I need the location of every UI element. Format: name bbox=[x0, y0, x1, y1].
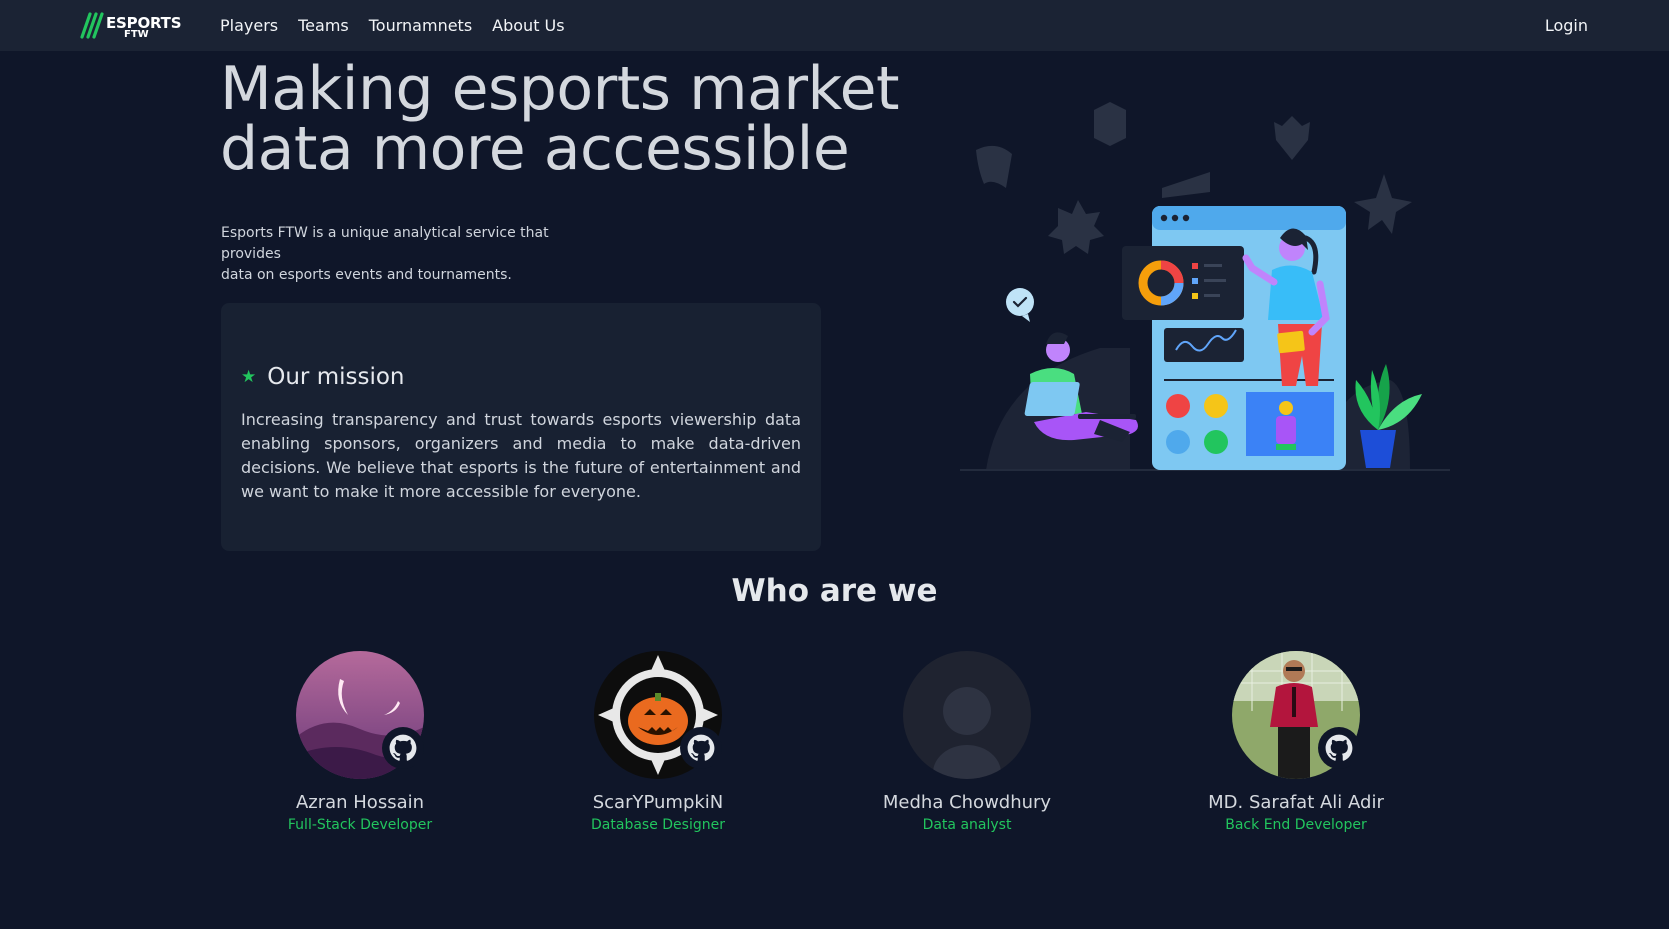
member-name: ScarYPumpkiN bbox=[592, 792, 724, 813]
mission-card: ★ Our mission Increasing transparency an… bbox=[221, 303, 821, 551]
nav-link-teams[interactable]: Teams bbox=[298, 16, 349, 35]
member-avatar-wrap bbox=[594, 651, 722, 779]
member-role: Data analyst bbox=[922, 817, 1012, 833]
g2-logo-icon bbox=[1274, 116, 1310, 160]
hero-title: Making esports market data more accessib… bbox=[220, 59, 920, 179]
github-icon bbox=[687, 734, 715, 761]
navi-logo-icon bbox=[1162, 172, 1210, 198]
member-role: Database Designer bbox=[591, 817, 725, 833]
hero-subtitle-line-1: Esports FTW is a unique analytical servi… bbox=[221, 225, 549, 262]
esports-ftw-logo[interactable]: ESPORTS FTW bbox=[79, 11, 183, 41]
github-link-button[interactable] bbox=[382, 727, 424, 769]
mission-header: ★ Our mission bbox=[241, 364, 405, 390]
member-avatar-wrap bbox=[296, 651, 424, 779]
team-member-card: ScarYPumpkiN Database Designer bbox=[538, 651, 778, 833]
logo-claw-icon bbox=[80, 12, 104, 39]
team-member-card: MD. Sarafat Ali Adir Back End Developer bbox=[1176, 651, 1416, 833]
hero-title-line-2: data more accessible bbox=[220, 114, 850, 184]
github-icon bbox=[389, 734, 417, 761]
avatar-placeholder-icon bbox=[903, 651, 1031, 779]
github-icon bbox=[1325, 734, 1353, 761]
liquid-logo-icon bbox=[976, 145, 1012, 188]
hero-subtitle-line-2: data on esports events and tournaments. bbox=[221, 267, 512, 283]
nav-link-about-us[interactable]: About Us bbox=[492, 16, 564, 35]
login-link[interactable]: Login bbox=[1545, 16, 1588, 35]
top-navbar: ESPORTS FTW Players Teams Tournamnets Ab… bbox=[0, 0, 1669, 51]
github-link-button[interactable] bbox=[680, 727, 722, 769]
astralis-logo-icon bbox=[1354, 174, 1412, 234]
member-avatar-wrap bbox=[1232, 651, 1360, 779]
member-name: MD. Sarafat Ali Adir bbox=[1208, 792, 1384, 813]
member-role: Back End Developer bbox=[1225, 817, 1367, 833]
team-member-card: Medha Chowdhury Data analyst bbox=[847, 651, 1087, 833]
team-member-card: Azran Hossain Full-Stack Developer bbox=[240, 651, 480, 833]
mission-title: Our mission bbox=[267, 364, 405, 390]
member-role: Full-Stack Developer bbox=[287, 817, 433, 833]
nip-logo-icon bbox=[1048, 200, 1104, 254]
member-name: Azran Hossain bbox=[295, 792, 425, 813]
star-icon: ★ bbox=[241, 367, 257, 387]
member-avatar-wrap bbox=[903, 651, 1031, 779]
logo-text-ftw: FTW bbox=[124, 29, 149, 40]
member-name: Medha Chowdhury bbox=[882, 792, 1052, 813]
nav-link-tournaments[interactable]: Tournamnets bbox=[369, 16, 472, 35]
nav-link-players[interactable]: Players bbox=[220, 16, 278, 35]
github-link-button[interactable] bbox=[1318, 727, 1360, 769]
mission-text: Increasing transparency and trust toward… bbox=[241, 410, 801, 501]
nav-links: Players Teams Tournamnets About Us bbox=[220, 16, 565, 35]
analytics-illustration bbox=[960, 102, 1450, 471]
og-logo-icon bbox=[1094, 102, 1126, 146]
avatar bbox=[903, 651, 1031, 779]
who-are-we-title: Who are we bbox=[731, 573, 938, 609]
hero-subtitle: Esports FTW is a unique analytical servi… bbox=[221, 223, 611, 286]
